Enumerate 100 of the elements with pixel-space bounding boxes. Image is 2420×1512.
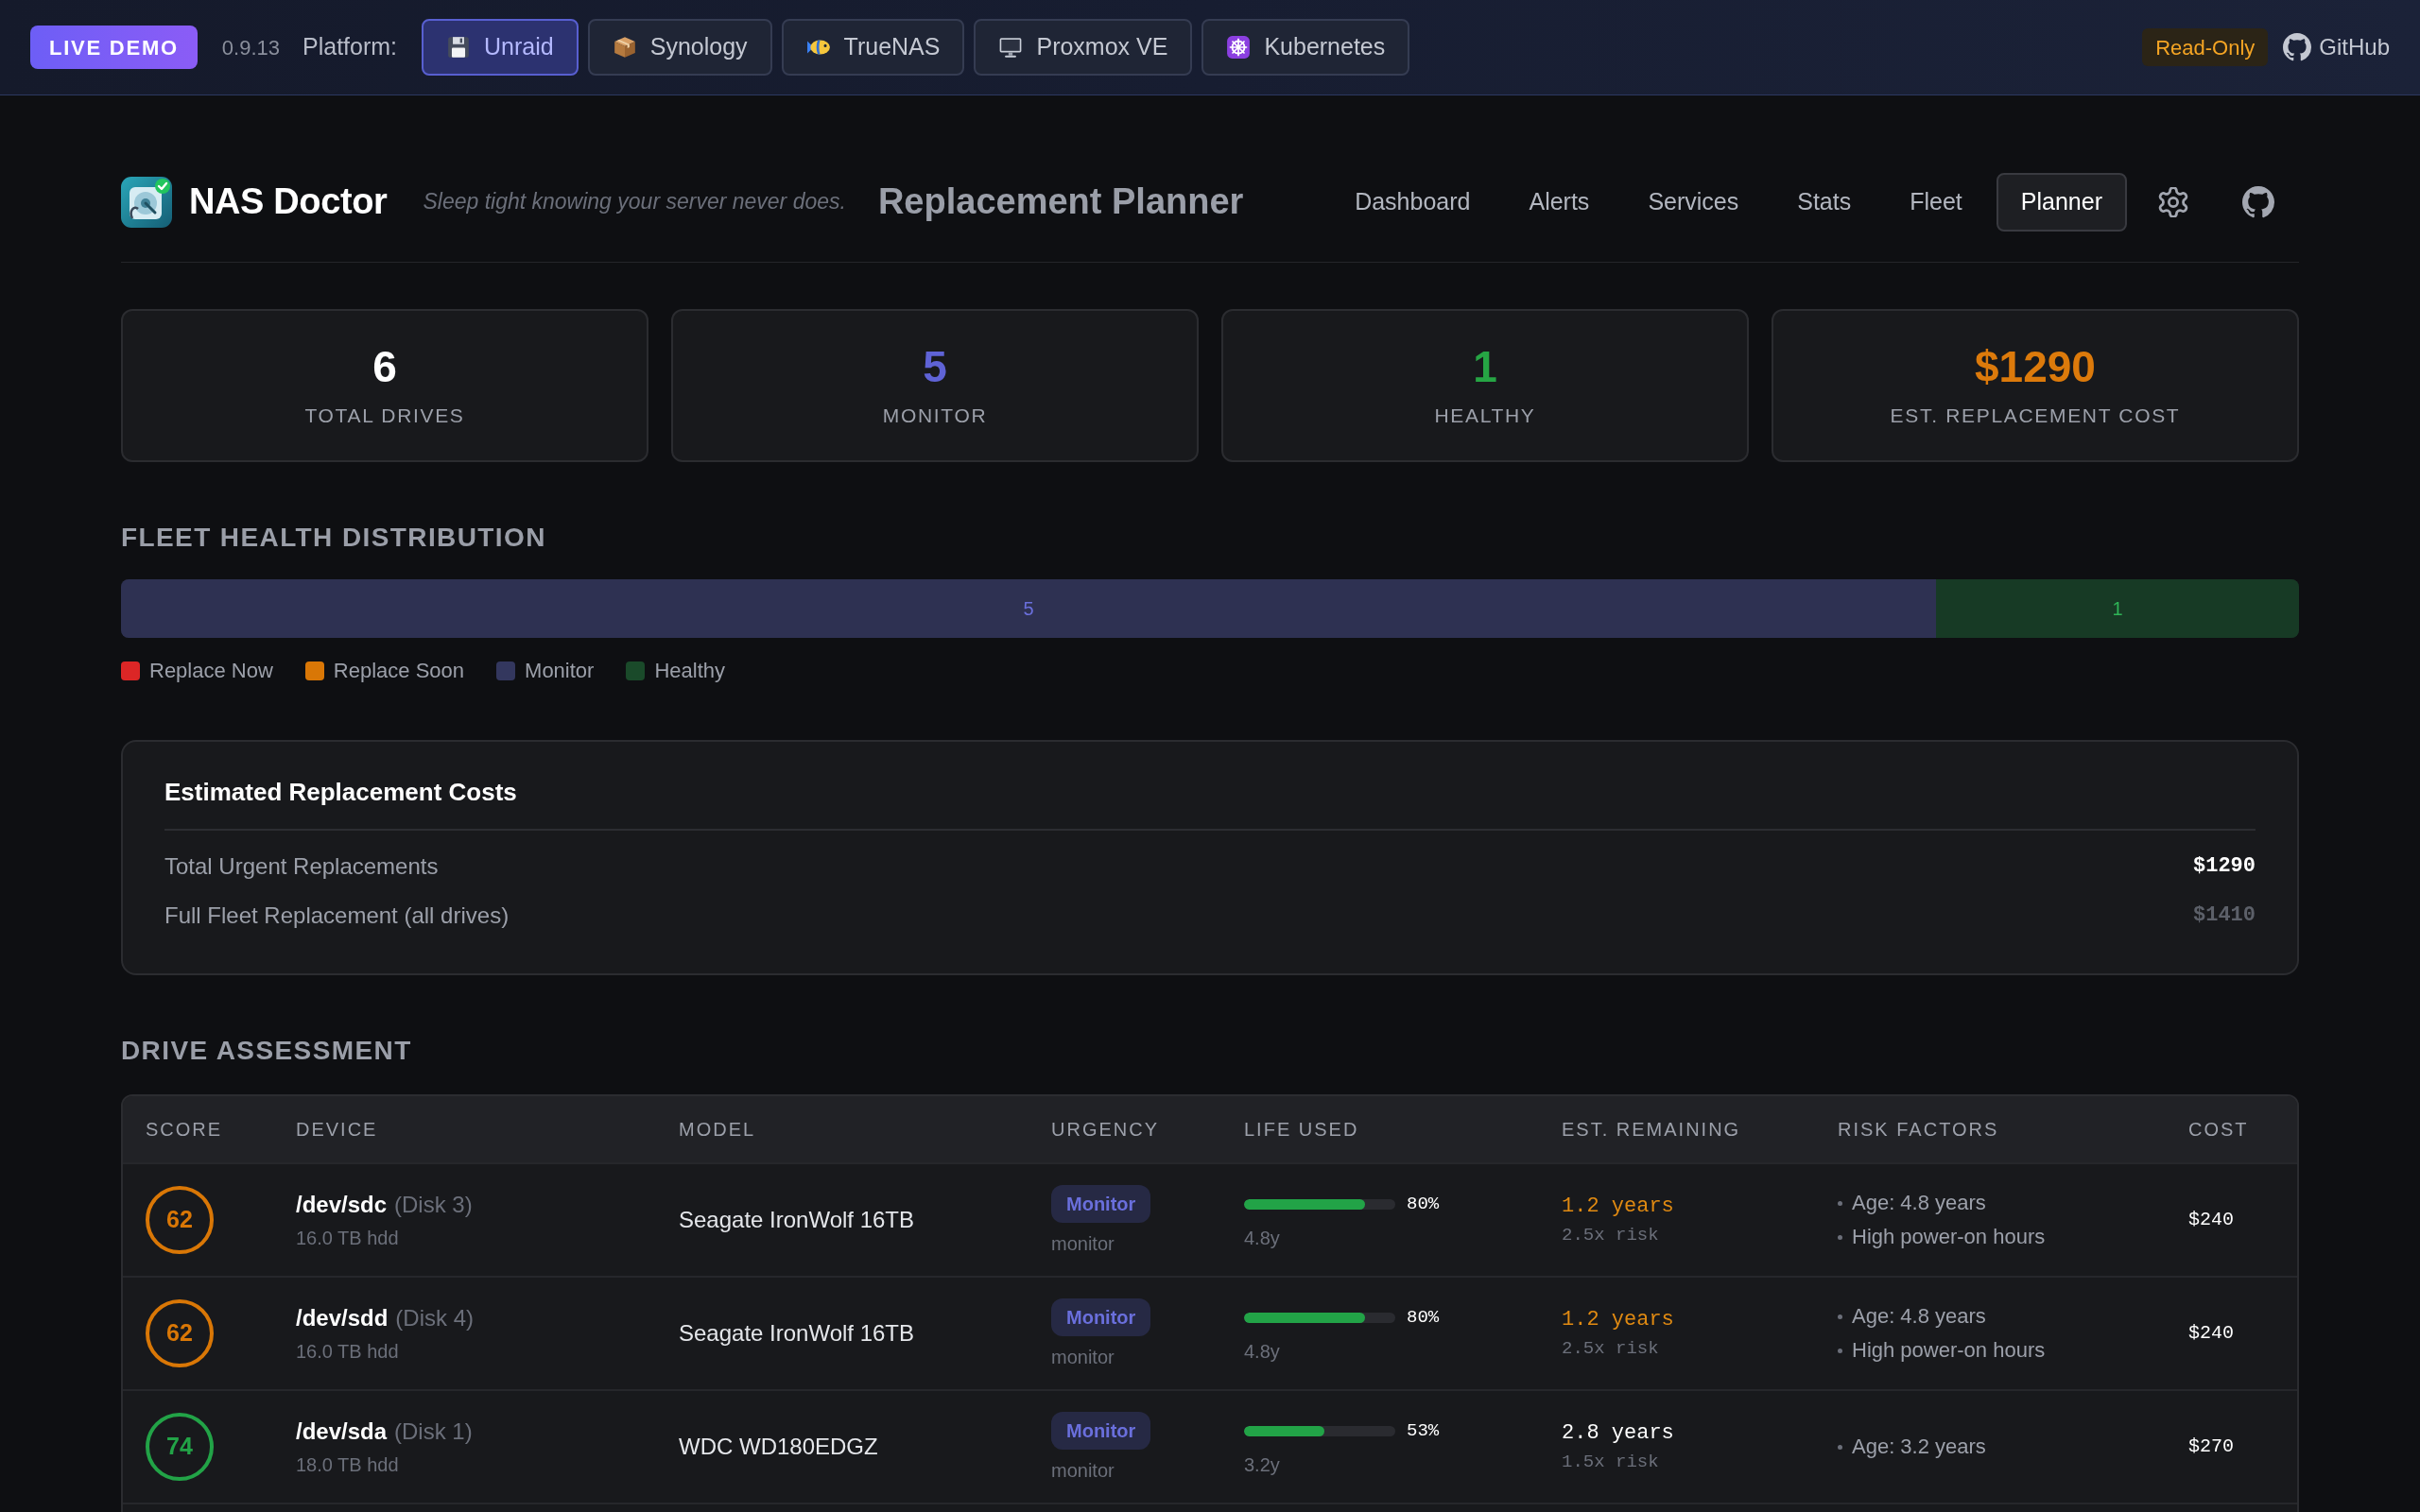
github-link[interactable]: GitHub bbox=[2283, 30, 2390, 64]
disk-label: (Disk 1) bbox=[394, 1418, 473, 1446]
score-ring: 62 bbox=[146, 1299, 214, 1367]
column-header: RISK FACTORS bbox=[1838, 1118, 1999, 1142]
section-heading: DRIVE ASSESSMENT bbox=[121, 1035, 413, 1067]
legend-label: Replace Soon bbox=[333, 659, 465, 683]
urgency-note: monitor bbox=[1051, 1232, 1115, 1255]
bullet-icon bbox=[1838, 1234, 1842, 1240]
drive-age: 4.8y bbox=[1244, 1227, 1280, 1250]
github-icon bbox=[2242, 185, 2274, 218]
drive-cost: $240 bbox=[2188, 1208, 2234, 1232]
cost-value: $1410 bbox=[2193, 902, 2256, 929]
app-tagline: Sleep tight knowing your server never does. bbox=[423, 188, 846, 216]
score-ring: 62 bbox=[146, 1186, 214, 1254]
stat-label: MONITOR bbox=[882, 404, 988, 428]
risk-factor: High power-on hours bbox=[1852, 1337, 2046, 1364]
drive-age: 3.2y bbox=[1244, 1453, 1280, 1477]
cost-value: $1290 bbox=[2193, 853, 2256, 880]
disk-label: (Disk 4) bbox=[395, 1304, 475, 1332]
nav-tab[interactable]: Fleet bbox=[1885, 172, 1987, 232]
column-header: EST. REMAINING bbox=[1562, 1118, 1741, 1142]
platform-label: Platform: bbox=[302, 32, 398, 62]
stat-value: 1 bbox=[1473, 343, 1497, 390]
stat-label: EST. REPLACEMENT COST bbox=[1890, 404, 2181, 428]
section-heading: FLEET HEALTH DISTRIBUTION bbox=[121, 522, 547, 554]
urgency-badge: Monitor bbox=[1051, 1185, 1151, 1223]
drive-age: 4.8y bbox=[1244, 1340, 1280, 1364]
demo-badge: LIVE DEMO bbox=[30, 26, 198, 69]
urgency-note: monitor bbox=[1051, 1346, 1115, 1368]
desktop-monitor-icon bbox=[998, 35, 1024, 60]
platform-tab[interactable]: TrueNAS bbox=[781, 19, 965, 76]
column-header: LIFE USED bbox=[1244, 1118, 1359, 1142]
stat-value: $1290 bbox=[1975, 343, 2096, 390]
risk-factor: Age: 4.8 years bbox=[1852, 1190, 1986, 1216]
urgency-badge: Monitor bbox=[1051, 1412, 1151, 1450]
platform-tab[interactable]: Proxmox VE bbox=[974, 19, 1193, 76]
remaining-life: 1.2 years bbox=[1562, 1307, 1674, 1333]
drive-capacity: 16.0 TB hdd bbox=[296, 1227, 399, 1249]
drive-cost: $270 bbox=[2188, 1435, 2234, 1459]
github-icon bbox=[2283, 33, 2312, 61]
risk-multiplier: 2.5x risk bbox=[1562, 1224, 1659, 1246]
package-icon bbox=[612, 35, 637, 60]
platform-tab[interactable]: Unraid bbox=[422, 19, 579, 76]
legend-label: Monitor bbox=[525, 659, 595, 683]
life-used-percent: 80% bbox=[1407, 1305, 1440, 1330]
remaining-life: 1.2 years bbox=[1562, 1194, 1674, 1220]
distribution-segment: 5 bbox=[121, 579, 1936, 638]
drive-model: WDC WD180EDGZ bbox=[679, 1433, 878, 1461]
device-name: /dev/sda bbox=[296, 1418, 388, 1446]
version-label: 0.9.13 bbox=[221, 34, 281, 61]
life-used-percent: 80% bbox=[1407, 1192, 1440, 1216]
column-header: COST bbox=[2188, 1118, 2249, 1142]
column-header: MODEL bbox=[679, 1118, 756, 1142]
nav-tab[interactable]: Dashboard bbox=[1330, 172, 1495, 232]
nav-tab[interactable]: Planner bbox=[1996, 172, 2127, 232]
hard-disk-logo-icon bbox=[121, 176, 172, 228]
risk-factor: High power-on hours bbox=[1852, 1224, 2046, 1250]
page-title: Replacement Planner bbox=[877, 180, 1244, 223]
settings-icon bbox=[2158, 186, 2188, 217]
device-name: /dev/sdc bbox=[296, 1191, 388, 1219]
stat-value: 5 bbox=[923, 343, 947, 390]
stat-label: TOTAL DRIVES bbox=[304, 404, 465, 428]
remaining-life: 2.8 years bbox=[1562, 1420, 1674, 1447]
cost-label: Full Fleet Replacement (all drives) bbox=[164, 902, 510, 930]
risk-multiplier: 1.5x risk bbox=[1562, 1451, 1659, 1473]
distribution-segment: 1 bbox=[1935, 579, 2299, 638]
platform-tab[interactable]: Kubernetes bbox=[1201, 19, 1410, 76]
card-title: Estimated Replacement Costs bbox=[164, 778, 517, 806]
nav-tab[interactable]: Alerts bbox=[1504, 172, 1615, 232]
column-header: URGENCY bbox=[1051, 1118, 1159, 1142]
score-ring: 74 bbox=[146, 1413, 214, 1481]
stat-value: 6 bbox=[372, 343, 397, 390]
drive-model: Seagate IronWolf 16TB bbox=[679, 1319, 915, 1348]
nav-tab[interactable]: Stats bbox=[1772, 172, 1876, 232]
bullet-icon bbox=[1838, 1348, 1842, 1353]
life-used-percent: 53% bbox=[1407, 1418, 1440, 1443]
app-name: NAS Doctor bbox=[189, 180, 388, 223]
column-header: SCORE bbox=[146, 1118, 223, 1142]
bullet-icon bbox=[1838, 1314, 1842, 1319]
bullet-icon bbox=[1838, 1200, 1842, 1206]
disk-label: (Disk 3) bbox=[394, 1191, 473, 1219]
drive-capacity: 18.0 TB hdd bbox=[296, 1453, 399, 1476]
bullet-icon bbox=[1838, 1444, 1842, 1450]
risk-factor: Age: 3.2 years bbox=[1852, 1434, 1986, 1460]
cost-label: Total Urgent Replacements bbox=[164, 852, 439, 881]
legend-label: Replace Now bbox=[149, 659, 273, 683]
nav-tab[interactable]: Services bbox=[1623, 172, 1764, 232]
drive-model: Seagate IronWolf 16TB bbox=[679, 1206, 915, 1234]
urgency-note: monitor bbox=[1051, 1459, 1115, 1482]
device-name: /dev/sdd bbox=[296, 1304, 389, 1332]
drive-capacity: 16.0 TB hdd bbox=[296, 1340, 399, 1363]
risk-multiplier: 2.5x risk bbox=[1562, 1337, 1659, 1360]
stat-label: HEALTHY bbox=[1434, 404, 1536, 428]
helm-wheel-icon bbox=[1226, 35, 1252, 60]
risk-factor: Age: 4.8 years bbox=[1852, 1303, 1986, 1330]
legend-label: Healthy bbox=[654, 659, 725, 683]
read-only-badge: Read-Only bbox=[2142, 28, 2269, 66]
drive-cost: $240 bbox=[2188, 1321, 2234, 1346]
platform-tab[interactable]: Synology bbox=[587, 19, 772, 76]
column-header: DEVICE bbox=[296, 1118, 378, 1142]
